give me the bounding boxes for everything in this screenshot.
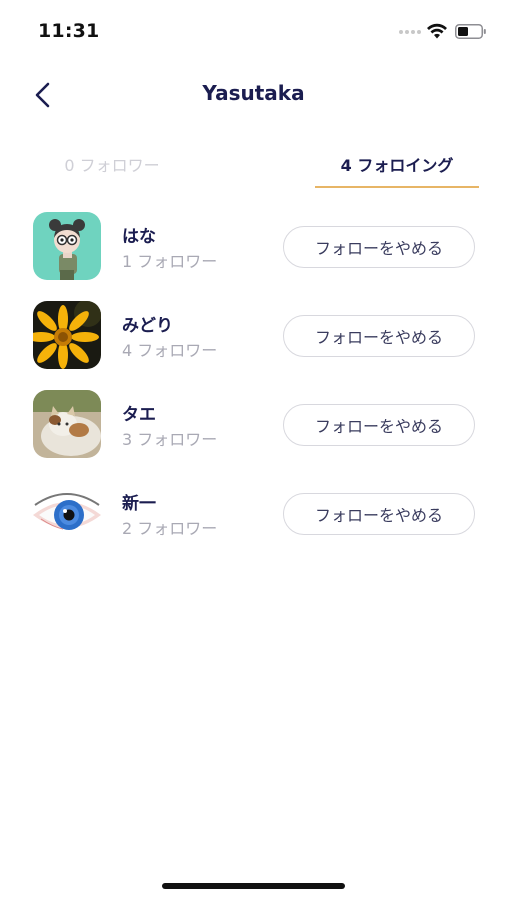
status-bar: 11:31	[0, 0, 507, 62]
unfollow-button[interactable]: フォローをやめる	[283, 493, 475, 535]
user-name[interactable]: みどり	[122, 311, 173, 336]
user-avatar[interactable]	[33, 479, 101, 547]
character-avatar-icon	[33, 212, 101, 280]
user-follower-count: 4 フォロワー	[122, 341, 218, 360]
list-item: 新一 2 フォロワー フォローをやめる	[0, 479, 507, 568]
list-item: タエ 3 フォロワー フォローをやめる	[0, 390, 507, 479]
unfollow-button[interactable]: フォローをやめる	[283, 226, 475, 268]
nav-header: Yasutaka	[0, 70, 507, 120]
battery-icon	[455, 24, 486, 39]
following-list: はな 1 フォロワー フォローをやめる みどり 4 フォロワー フォローをやめる…	[0, 212, 507, 568]
blue-eye-photo-icon	[33, 479, 101, 547]
home-indicator	[162, 883, 345, 889]
user-avatar[interactable]	[33, 212, 101, 280]
wifi-icon	[427, 23, 447, 39]
unfollow-button[interactable]: フォローをやめる	[283, 315, 475, 357]
yellow-flower-photo-icon	[33, 301, 101, 369]
follow-tabs: 0 フォロワー 4 フォロイング	[0, 140, 507, 190]
cat-photo-icon	[33, 390, 101, 458]
tab-following[interactable]: 4 フォロイング	[315, 140, 479, 188]
user-name[interactable]: 新一	[122, 489, 156, 514]
tab-followers[interactable]: 0 フォロワー	[28, 140, 196, 188]
user-follower-count: 2 フォロワー	[122, 519, 218, 538]
user-avatar[interactable]	[33, 301, 101, 369]
user-follower-count: 3 フォロワー	[122, 430, 218, 449]
signal-icon	[399, 30, 421, 36]
page-title: Yasutaka	[202, 81, 305, 105]
user-avatar[interactable]	[33, 390, 101, 458]
list-item: みどり 4 フォロワー フォローをやめる	[0, 301, 507, 390]
user-follower-count: 1 フォロワー	[122, 252, 218, 271]
active-tab-indicator	[315, 186, 479, 188]
unfollow-button[interactable]: フォローをやめる	[283, 404, 475, 446]
user-name[interactable]: はな	[122, 222, 156, 247]
list-item: はな 1 フォロワー フォローをやめる	[0, 212, 507, 301]
status-time: 11:31	[38, 20, 100, 42]
user-name[interactable]: タエ	[122, 400, 156, 425]
